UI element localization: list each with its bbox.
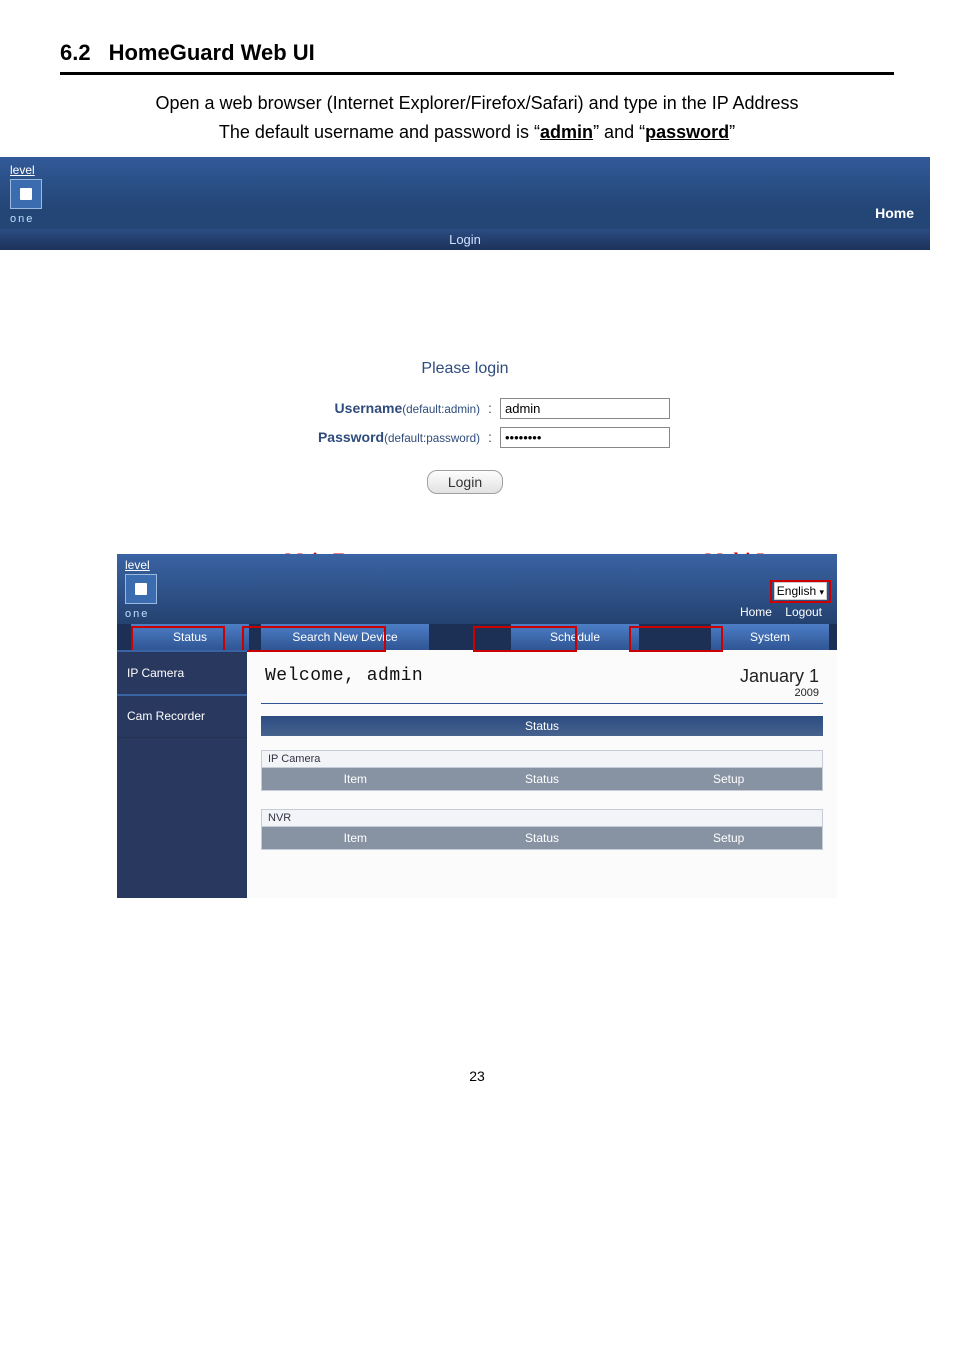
please-login-label: Please login bbox=[0, 360, 930, 378]
nvr-table: NVR Item Status Setup bbox=[261, 809, 823, 850]
username-label: Username(default:admin) bbox=[260, 400, 480, 416]
page-number: 23 bbox=[60, 1068, 894, 1084]
username-input[interactable] bbox=[500, 398, 670, 419]
section-number: 6.2 bbox=[60, 40, 91, 66]
sidebar-item-camrecorder[interactable]: Cam Recorder bbox=[117, 695, 247, 738]
intro-password: password bbox=[645, 122, 729, 142]
date-display: January 1 2009 bbox=[740, 666, 819, 699]
col-item2: Item bbox=[262, 827, 449, 849]
ipcamera-caption: IP Camera bbox=[261, 750, 823, 767]
col-setup2: Setup bbox=[635, 827, 822, 849]
header-logout-link[interactable]: Logout bbox=[780, 604, 827, 620]
password-input[interactable] bbox=[500, 427, 670, 448]
intro-l2b: ” and “ bbox=[593, 122, 645, 142]
intro-l2a: The default username and password is “ bbox=[219, 122, 540, 142]
intro-admin: admin bbox=[540, 122, 593, 142]
tab-system[interactable]: System bbox=[711, 624, 829, 650]
sidebar-item-ipcamera[interactable]: IP Camera bbox=[117, 650, 247, 695]
ipcamera-table: IP Camera Item Status Setup bbox=[261, 750, 823, 791]
login-screenshot: level one Home Login Please login Userna… bbox=[0, 157, 930, 524]
password-label: Password(default:password) bbox=[260, 429, 480, 445]
col-status: Status bbox=[449, 768, 636, 790]
chevron-down-icon: ▾ bbox=[819, 587, 824, 597]
language-select[interactable]: English ▾ bbox=[774, 582, 827, 600]
brand-logo-2: level one bbox=[117, 554, 165, 624]
intro-text: Open a web browser (Internet Explorer/Fi… bbox=[60, 89, 894, 147]
brand-logo: level one bbox=[0, 157, 52, 229]
intro-line1: Open a web browser (Internet Explorer/Fi… bbox=[70, 89, 884, 118]
section-title: HomeGuard Web UI bbox=[109, 40, 315, 66]
header-home-link[interactable]: Home bbox=[735, 604, 777, 620]
intro-l2c: ” bbox=[729, 122, 735, 142]
col-item: Item bbox=[262, 768, 449, 790]
tab-login[interactable]: Login bbox=[0, 229, 930, 250]
col-status2: Status bbox=[449, 827, 636, 849]
nvr-caption: NVR bbox=[261, 809, 823, 826]
login-button[interactable]: Login bbox=[427, 470, 503, 494]
home-link[interactable]: Home bbox=[875, 205, 930, 229]
col-setup: Setup bbox=[635, 768, 822, 790]
welcome-text: Welcome, admin bbox=[265, 666, 423, 686]
status-bar: Status bbox=[261, 716, 823, 736]
